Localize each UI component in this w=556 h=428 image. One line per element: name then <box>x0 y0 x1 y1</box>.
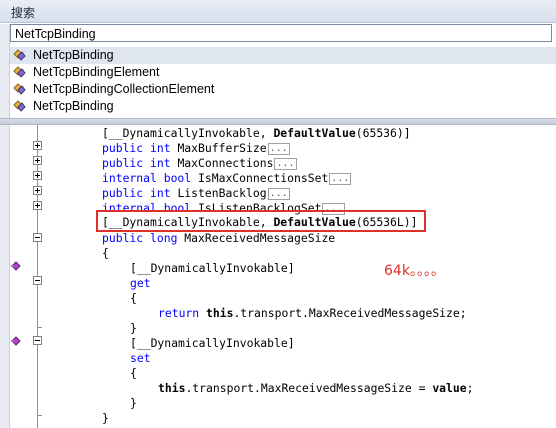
search-panel-header: 搜索 <box>0 0 556 23</box>
code-line: internal bool IsMaxConnectionsSet... <box>102 171 352 185</box>
expand-icon[interactable] <box>33 186 42 195</box>
collapsed-body[interactable]: ... <box>267 188 290 200</box>
outline-guide <box>37 415 42 416</box>
search-result-item[interactable]: NetTcpBinding <box>10 47 556 64</box>
pane-splitter[interactable] <box>0 118 556 125</box>
collapsed-body[interactable]: ... <box>329 173 352 185</box>
search-result-label: NetTcpBindingElement <box>33 65 160 79</box>
code-line: } <box>130 396 137 410</box>
class-icon <box>13 49 26 61</box>
code-line: [__DynamicallyInvokable] <box>130 336 295 350</box>
search-input[interactable]: NetTcpBinding <box>10 24 552 42</box>
search-result-item[interactable]: NetTcpBindingCollectionElement <box>10 81 556 98</box>
code-line: } <box>102 411 109 425</box>
search-results-list: NetTcpBinding NetTcpBindingElement NetTc… <box>10 45 556 118</box>
code-line: [__DynamicallyInvokable, DefaultValue(65… <box>102 126 411 140</box>
class-icon <box>13 100 26 112</box>
search-result-item[interactable]: NetTcpBinding <box>10 98 556 115</box>
class-icon <box>13 66 26 78</box>
collapse-icon[interactable] <box>33 276 42 285</box>
annotation-note: 64k。。。。 <box>384 263 445 279</box>
collapse-icon[interactable] <box>33 233 42 242</box>
collapse-icon[interactable] <box>33 336 42 345</box>
code-line: return this.transport.MaxReceivedMessage… <box>158 306 467 320</box>
code-line: { <box>130 291 137 305</box>
search-result-label: NetTcpBinding <box>33 99 114 113</box>
search-result-label: NetTcpBindingCollectionElement <box>33 82 215 96</box>
code-line: [__DynamicallyInvokable] <box>130 261 295 275</box>
class-icon <box>13 83 26 95</box>
method-icon <box>11 336 21 346</box>
code-line: public int MaxConnections... <box>102 156 297 170</box>
code-line: get <box>130 276 151 290</box>
code-line: public long MaxReceivedMessageSize <box>102 231 336 245</box>
expand-icon[interactable] <box>33 201 42 210</box>
code-line: { <box>102 246 109 260</box>
code-line: } <box>130 321 137 335</box>
search-result-item[interactable]: NetTcpBindingElement <box>10 64 556 81</box>
outline-guide <box>37 327 42 328</box>
code-line: public int ListenBacklog... <box>102 186 290 200</box>
search-result-label: NetTcpBinding <box>33 48 114 62</box>
collapsed-body[interactable]: ... <box>267 143 290 155</box>
code-line: set <box>130 351 151 365</box>
expand-icon[interactable] <box>33 156 42 165</box>
code-line: { <box>130 366 137 380</box>
left-edge-bar <box>0 24 10 118</box>
code-line: this.transport.MaxReceivedMessageSize = … <box>158 381 474 395</box>
code-line: public int MaxBufferSize... <box>102 141 290 155</box>
expand-icon[interactable] <box>33 171 42 180</box>
highlight-box <box>96 210 426 232</box>
expand-icon[interactable] <box>33 141 42 150</box>
search-panel-title: 搜索 <box>11 6 36 20</box>
method-icon <box>11 261 21 271</box>
code-viewer: [__DynamicallyInvokable, DefaultValue(65… <box>0 125 556 428</box>
collapsed-body[interactable]: ... <box>274 158 297 170</box>
